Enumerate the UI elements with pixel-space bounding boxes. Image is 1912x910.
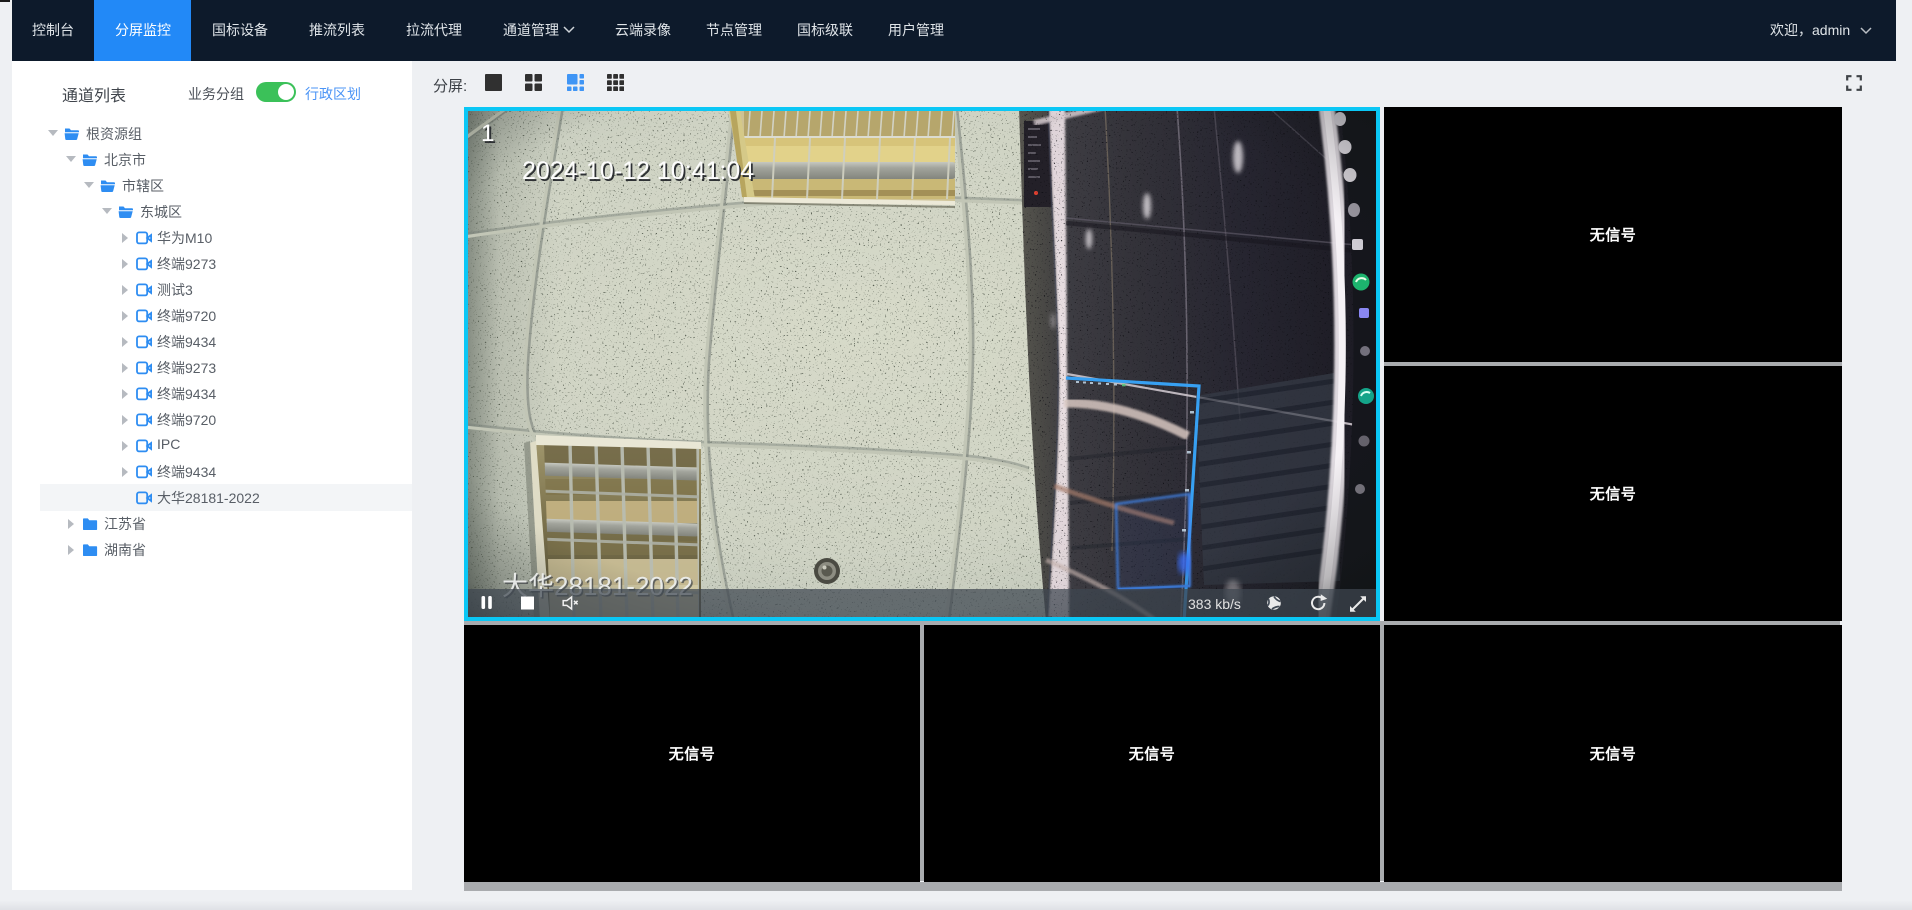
svg-text:383 kb/s: 383 kb/s xyxy=(1188,596,1241,612)
svg-text:1: 1 xyxy=(481,120,494,147)
svg-text:2024-10-12 10:41:04: 2024-10-12 10:41:04 xyxy=(522,157,754,185)
